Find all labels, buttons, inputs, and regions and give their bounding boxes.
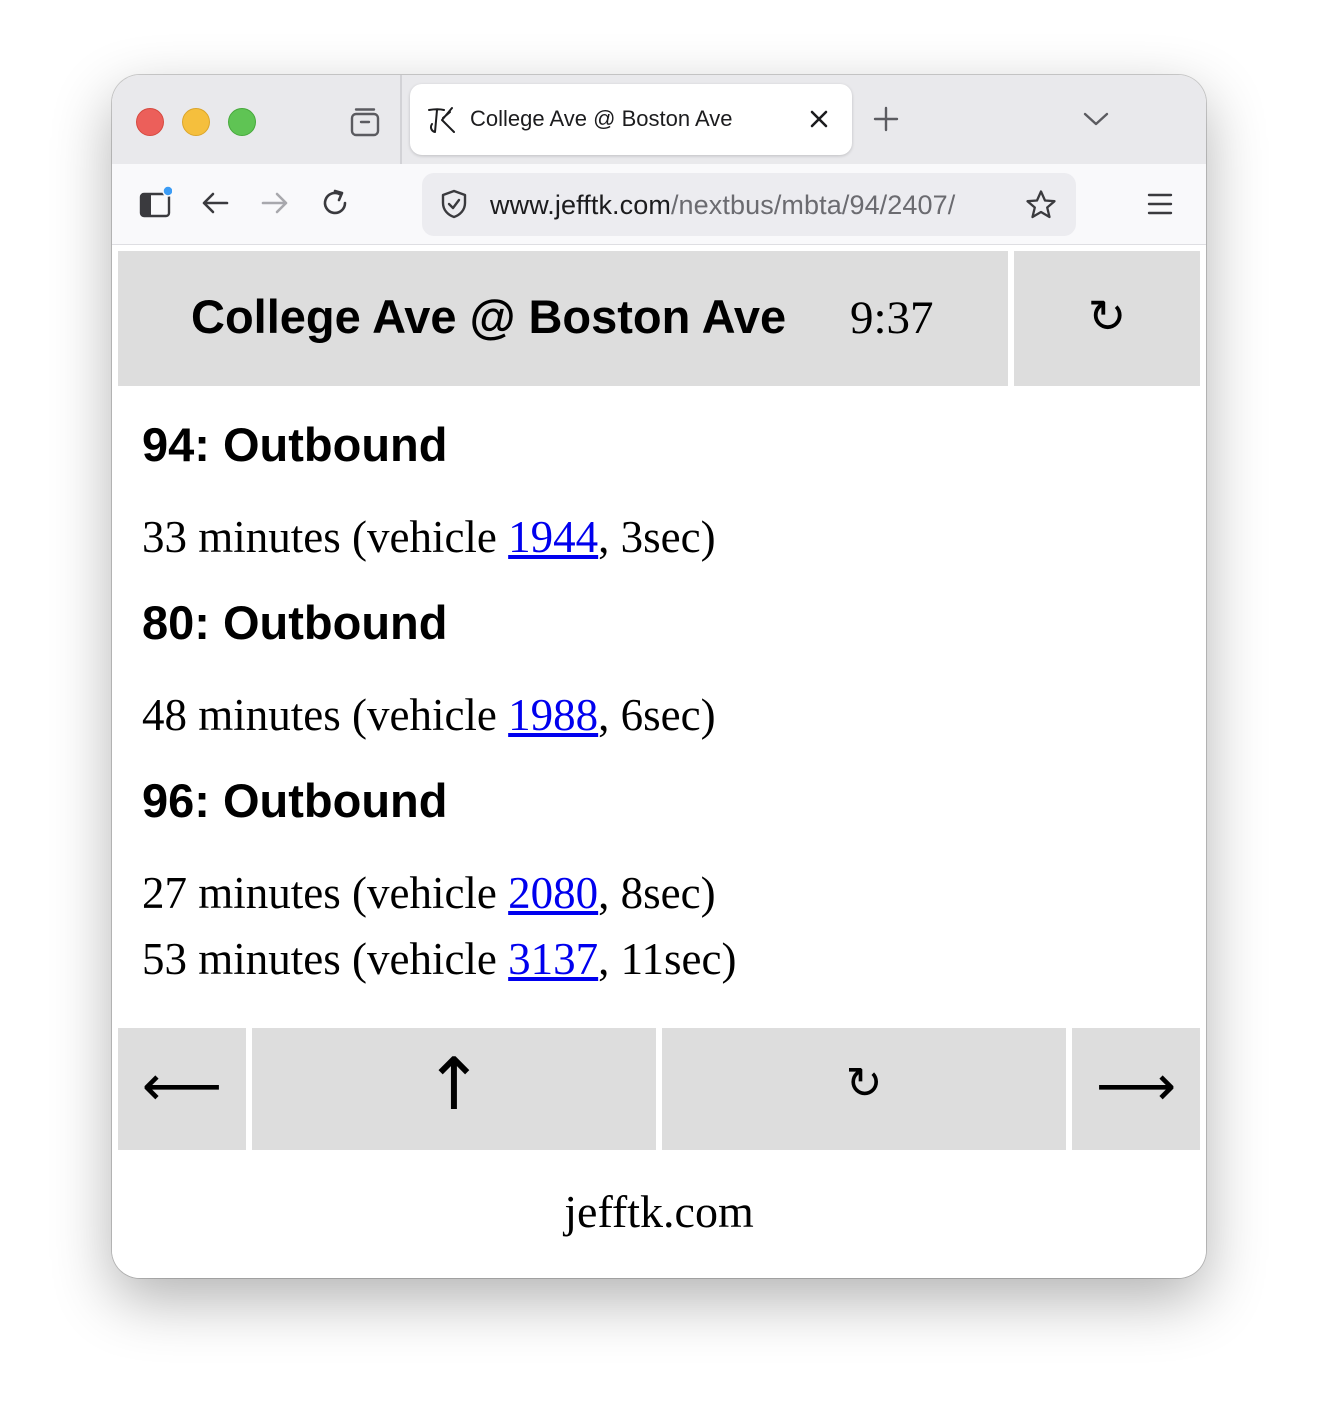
prediction-age: , 11sec) (598, 934, 737, 984)
footer-site-name: jefftk.com (564, 1186, 754, 1237)
new-tab-icon[interactable] (872, 105, 900, 133)
stop-header: College Ave @ Boston Ave 9:37 (118, 251, 1008, 386)
active-tab[interactable]: College Ave @ Boston Ave (410, 84, 852, 155)
tab-groups-icon[interactable] (348, 105, 382, 139)
next-stop-button[interactable]: ⟶ (1072, 1028, 1200, 1150)
bookmark-star-icon[interactable] (1024, 188, 1058, 222)
browser-window: College Ave @ Boston Ave www.jefftk.com/… (112, 75, 1206, 1278)
header-refresh-button[interactable]: ↻ (1014, 251, 1200, 386)
prediction-minutes: 53 minutes (vehicle (142, 934, 509, 984)
address-bar[interactable]: www.jefftk.com/nextbus/mbta/94/2407/ (422, 173, 1076, 236)
minimize-window-button[interactable] (182, 108, 210, 136)
vehicle-link[interactable]: 1988 (508, 690, 598, 740)
refresh-icon: ↻ (845, 1058, 883, 1109)
url-text[interactable]: www.jefftk.com/nextbus/mbta/94/2407/ (490, 190, 955, 221)
prediction-minutes: 27 minutes (vehicle (142, 868, 509, 918)
vehicle-link[interactable]: 1944 (508, 512, 598, 562)
page-content: College Ave @ Boston Ave 9:37 ↻ 94: Outb… (112, 245, 1206, 1278)
reload-icon[interactable] (318, 186, 352, 220)
route-heading: 80: Outbound (142, 596, 448, 649)
vehicle-link[interactable]: 3137 (508, 934, 598, 984)
titlebar-divider (400, 75, 402, 164)
prediction-age: , 6sec) (598, 690, 716, 740)
route-heading: 96: Outbound (142, 774, 448, 827)
refresh-button[interactable]: ↻ (662, 1028, 1066, 1150)
title-bar: College Ave @ Boston Ave (112, 75, 1206, 164)
prediction-line: 33 minutes (vehicle 1944, 3sec) (142, 511, 716, 563)
chevron-down-icon[interactable] (1082, 109, 1110, 129)
close-window-button[interactable] (136, 108, 164, 136)
prediction-line: 27 minutes (vehicle 2080, 8sec) (142, 867, 716, 919)
close-tab-icon[interactable] (808, 108, 830, 130)
forward-arrow-icon[interactable] (258, 186, 292, 220)
url-path: /nextbus/mbta/94/2407/ (670, 190, 956, 220)
navigation-toolbar: www.jefftk.com/nextbus/mbta/94/2407/ (112, 164, 1206, 245)
stop-name: College Ave @ Boston Ave (191, 290, 787, 343)
shield-icon[interactable] (438, 188, 470, 220)
sidebar-icon[interactable] (138, 186, 172, 220)
prediction-age: , 8sec) (598, 868, 716, 918)
current-time: 9:37 (850, 292, 934, 344)
previous-stop-button[interactable]: ⟵ (118, 1028, 246, 1150)
route-heading: 94: Outbound (142, 418, 448, 471)
hamburger-menu-icon[interactable] (1146, 192, 1174, 216)
prediction-minutes: 33 minutes (vehicle (142, 512, 509, 562)
refresh-icon: ↻ (1087, 289, 1127, 343)
back-arrow-icon[interactable] (198, 186, 232, 220)
up-button[interactable]: ↑ (252, 1028, 656, 1150)
left-arrow-icon: ⟵ (141, 1054, 223, 1119)
right-arrow-icon: ⟶ (1095, 1054, 1177, 1119)
prediction-line: 48 minutes (vehicle 1988, 6sec) (142, 689, 716, 741)
zoom-window-button[interactable] (228, 108, 256, 136)
up-arrow-icon: ↑ (423, 1042, 485, 1126)
jefftk-favicon-icon (428, 107, 455, 133)
prediction-minutes: 48 minutes (vehicle (142, 690, 509, 740)
prediction-line: 53 minutes (vehicle 3137, 11sec) (142, 933, 736, 985)
tab-title: College Ave @ Boston Ave (470, 106, 733, 131)
prediction-age: , 3sec) (598, 512, 716, 562)
vehicle-link[interactable]: 2080 (508, 868, 598, 918)
url-host: www.jefftk.com (490, 190, 671, 220)
